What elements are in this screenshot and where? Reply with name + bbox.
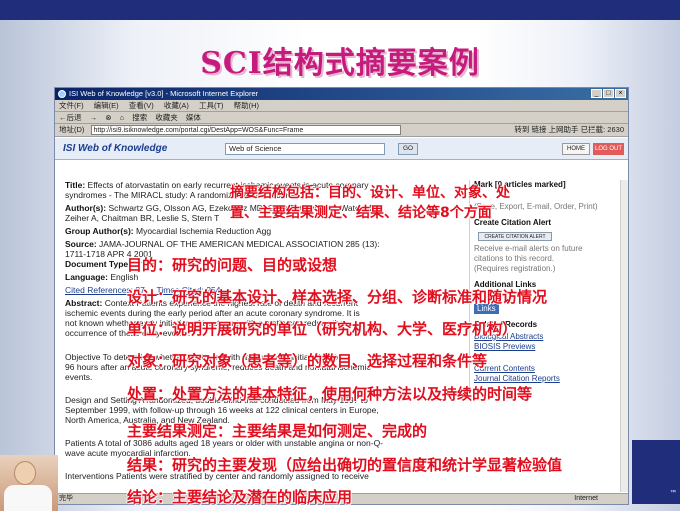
window-title: ISI Web of Knowledge [v3.0] - Microsoft … xyxy=(69,89,259,98)
search-button[interactable]: 搜索 xyxy=(132,113,147,122)
media-button[interactable]: 媒体 xyxy=(186,113,201,122)
alert-desc-line: Receive e-mail alerts on future xyxy=(474,244,583,253)
annotation-objective: 目的：研究的问题、目的或设想 xyxy=(127,256,338,274)
home-button[interactable]: HOME xyxy=(562,143,590,155)
links-button[interactable]: 链接 xyxy=(531,125,546,134)
database-select[interactable]: Web of Science xyxy=(225,143,385,155)
address-bar: 地址(D) http://isi9.isiknowledge.com/porta… xyxy=(55,124,628,137)
popup-blocked-count: 已拦截: 2630 xyxy=(580,125,624,134)
doctor-face xyxy=(14,461,36,485)
toolbar: ←后退 → ⊗ ⌂ 搜索 收藏夹 媒体 xyxy=(55,112,628,124)
home-icon[interactable]: ⌂ xyxy=(120,113,125,122)
close-button[interactable]: × xyxy=(615,89,626,98)
favorites-button[interactable]: 收藏夹 xyxy=(155,113,178,122)
annotation-intervention: 处置：处置方法的基本特征，使用何种方法以及持续的时间等 xyxy=(127,385,533,403)
menu-file[interactable]: 文件(F) xyxy=(59,101,84,110)
abstract-line: September 1999, with follow-up through 1… xyxy=(65,405,379,415)
doctor-photo xyxy=(0,455,58,511)
assistant-button[interactable]: 上网助手 xyxy=(549,125,579,134)
annotation-results: 结果：研究的主要发现（应给出确切的置信度和统计学显著检验值 xyxy=(127,456,563,474)
abstract-line: ischemic events during the early period … xyxy=(65,308,360,318)
status-text: 完毕 xyxy=(59,495,73,502)
address-input[interactable]: http://isi9.isiknowledge.com/portal.cgi/… xyxy=(90,125,401,136)
annotation-design: 设计：研究的基本设计、样本选择、分组、诊断标准和随访情况 xyxy=(127,288,548,306)
record-authors-cont: Zeiher A, Chaitman BR, Leslie S, Stern T xyxy=(65,213,220,223)
stop-button[interactable]: ⊗ xyxy=(105,113,111,122)
annotation-conclusion: 结论：主要结论及潜在的临床应用 xyxy=(127,488,353,506)
database-go-button[interactable]: GO xyxy=(398,143,418,155)
maximize-button[interactable]: □ xyxy=(603,89,614,98)
annotation-subjects: 对象：研究对象（患者等）的数目、选择过程和条件等 xyxy=(127,352,488,370)
forward-button[interactable]: → xyxy=(90,113,98,122)
vertical-scrollbar[interactable] xyxy=(620,180,628,492)
minimize-button[interactable]: _ xyxy=(591,89,602,98)
alert-desc-line: citations to this record. xyxy=(474,254,555,263)
back-button[interactable]: ←后退 xyxy=(59,113,82,122)
decorative-corner-box: ™ xyxy=(632,440,680,504)
top-banner xyxy=(0,0,680,20)
create-citation-alert-button[interactable]: CREATE CITATION ALERT xyxy=(478,232,552,241)
address-bar-right: 转到 链接 上网助手 已拦截: 2630 xyxy=(514,124,624,135)
ie-icon xyxy=(58,90,66,98)
wok-header: ISI Web of Knowledge Web of Science GO H… xyxy=(55,138,628,160)
record-group-row: Group Author(s): Myocardial Ischemia Red… xyxy=(65,226,272,236)
go-button[interactable]: 转到 xyxy=(514,125,529,134)
logout-button[interactable]: LOG OUT xyxy=(593,143,624,155)
address-label: 地址(D) xyxy=(59,125,85,134)
menu-view[interactable]: 查看(V) xyxy=(129,101,154,110)
menu-favorites[interactable]: 收藏(A) xyxy=(164,101,189,110)
alert-desc-line: (Requires registration.) xyxy=(474,264,556,273)
menu-edit[interactable]: 编辑(E) xyxy=(94,101,119,110)
trademark-mark: ™ xyxy=(670,490,676,496)
annotation-main-outcome: 主要结果测定：主要结果是如何测定、完成的 xyxy=(127,422,428,440)
wok-logo[interactable]: ISI Web of Knowledge xyxy=(63,143,167,154)
record-source-row: Source: JAMA-JOURNAL OF THE AMERICAN MED… xyxy=(65,239,380,249)
record-group: Myocardial Ischemia Reduction Agg xyxy=(136,226,272,236)
abstract-line: events. xyxy=(65,372,93,382)
doctor-coat xyxy=(4,485,52,511)
annotation-setting: 单位：说明开展研究的单位（研究机构、大学、医疗机构） xyxy=(127,320,518,338)
annotation-summary: 摘要结构包括：目的、设计、单位、对象、处置、主要结果测定、结果、结论等8个方面 xyxy=(230,185,510,221)
window-titlebar: ISI Web of Knowledge [v3.0] - Microsoft … xyxy=(55,88,628,100)
menu-bar: 文件(F) 编辑(E) 查看(V) 收藏(A) 工具(T) 帮助(H) xyxy=(55,100,628,112)
menu-help[interactable]: 帮助(H) xyxy=(234,101,259,110)
window-buttons: _ □ × xyxy=(591,89,626,98)
slide-title: SCI结构式摘要案例 xyxy=(200,46,480,81)
status-zone: Internet xyxy=(574,495,598,502)
menu-tools[interactable]: 工具(T) xyxy=(199,101,224,110)
record-source: JAMA-JOURNAL OF THE AMERICAN MEDICAL ASS… xyxy=(99,239,380,249)
